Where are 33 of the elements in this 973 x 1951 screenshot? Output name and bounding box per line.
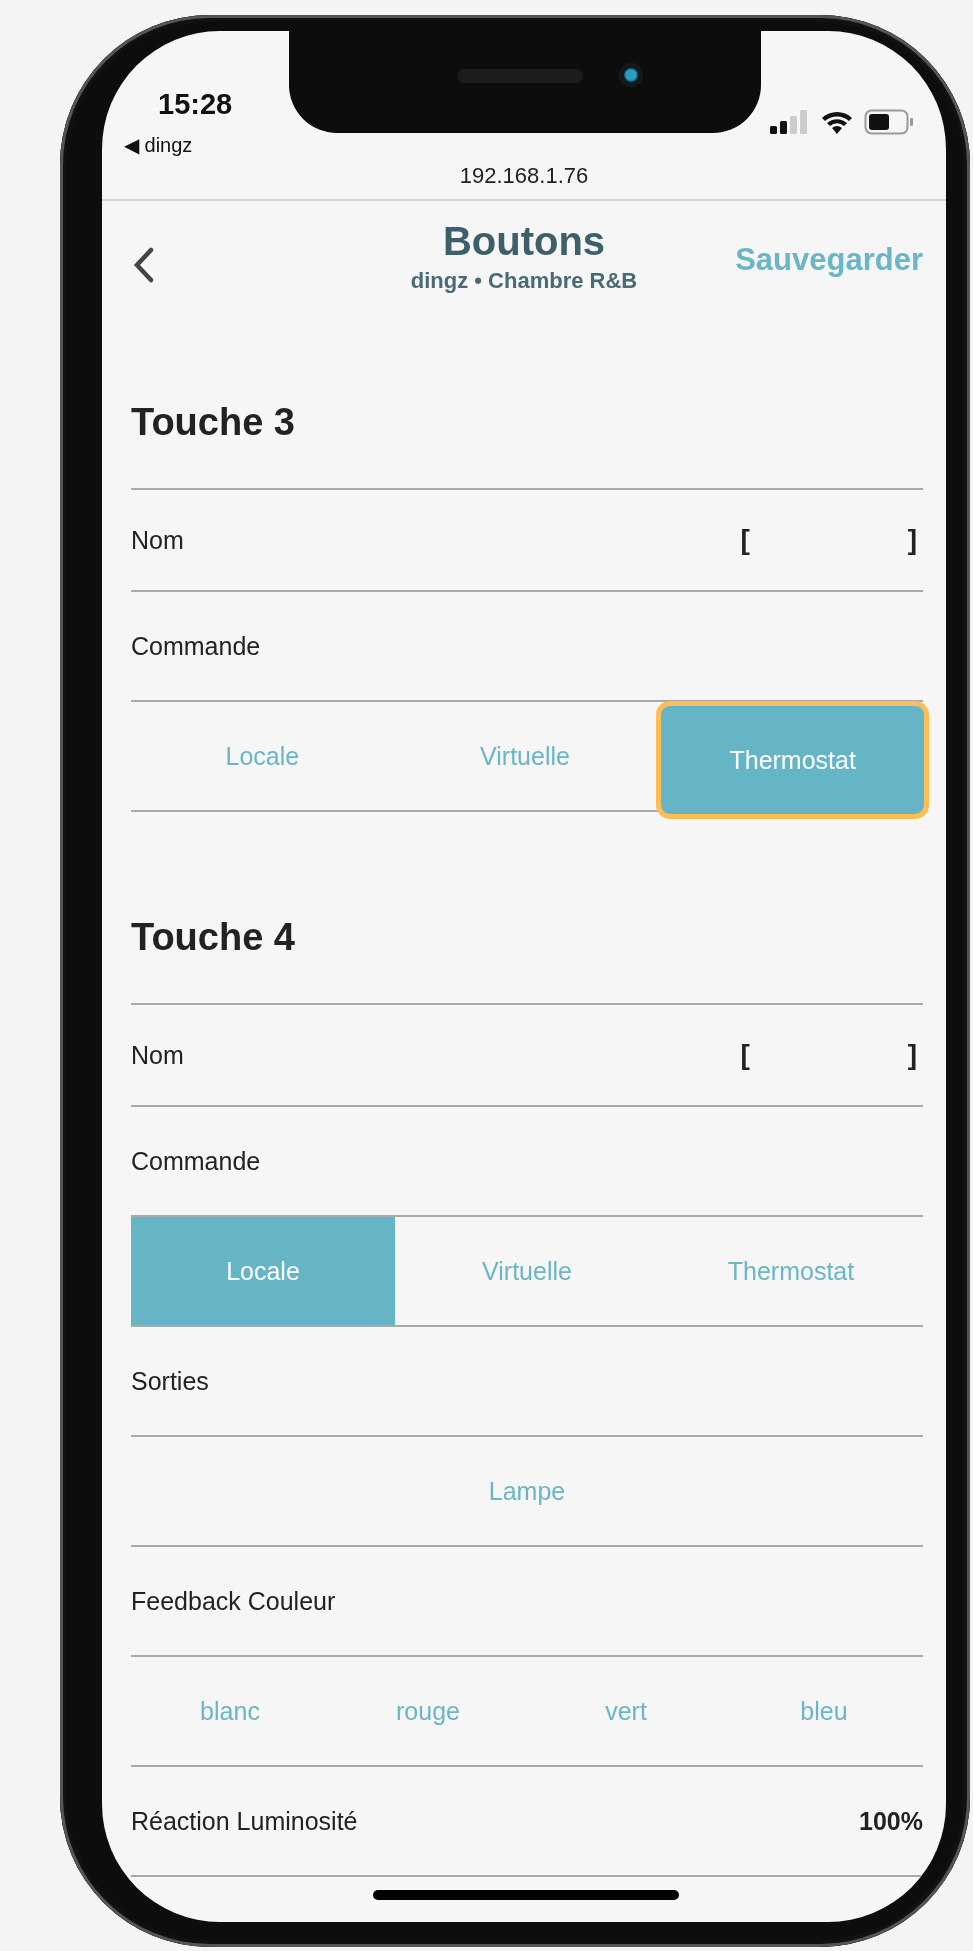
section-title: Touche 3	[131, 400, 296, 445]
name-field[interactable]: [ ]	[740, 1039, 917, 1071]
save-button[interactable]: Sauvegarder	[735, 242, 923, 278]
row-label: Réaction Luminosité	[131, 1806, 358, 1836]
name-field[interactable]: [ ]	[740, 524, 917, 556]
option-button[interactable]: Thermostat	[659, 1217, 923, 1325]
option-button[interactable]: Thermostat	[656, 701, 929, 819]
row-label: Sorties	[131, 1366, 209, 1396]
option-button[interactable]: Locale	[131, 702, 394, 810]
option-button[interactable]: Virtuelle	[395, 1217, 659, 1325]
page-title: Boutons	[442, 219, 606, 264]
section-title: Touche 4	[131, 915, 296, 960]
row-value: 100%	[859, 1806, 923, 1836]
field-label: Nom	[131, 1040, 184, 1070]
address-bar[interactable]: 192.168.1.76	[102, 157, 946, 201]
row-label: Commande	[131, 631, 261, 661]
option-button[interactable]: vert	[527, 1657, 725, 1765]
option-button[interactable]: Virtuelle	[393, 702, 657, 810]
option-button[interactable]: Locale	[131, 1217, 395, 1325]
signal-icon	[770, 110, 810, 134]
back-icon[interactable]	[133, 247, 155, 283]
option-button[interactable]: bleu	[725, 1657, 923, 1765]
wifi-icon	[820, 109, 854, 135]
battery-icon	[864, 109, 914, 135]
option-button[interactable]: rouge	[329, 1657, 527, 1765]
back-to-app-link[interactable]: ◀ dingz	[124, 133, 193, 157]
option-button[interactable]: blanc	[131, 1657, 329, 1765]
page-subtitle: dingz • Chambre R&B	[410, 268, 638, 294]
status-time: 15:28	[158, 88, 233, 121]
row-label: Commande	[131, 1146, 261, 1176]
option-button[interactable]: Lampe	[131, 1437, 923, 1545]
field-label: Nom	[131, 525, 184, 555]
row-label: Feedback Couleur	[131, 1586, 336, 1616]
